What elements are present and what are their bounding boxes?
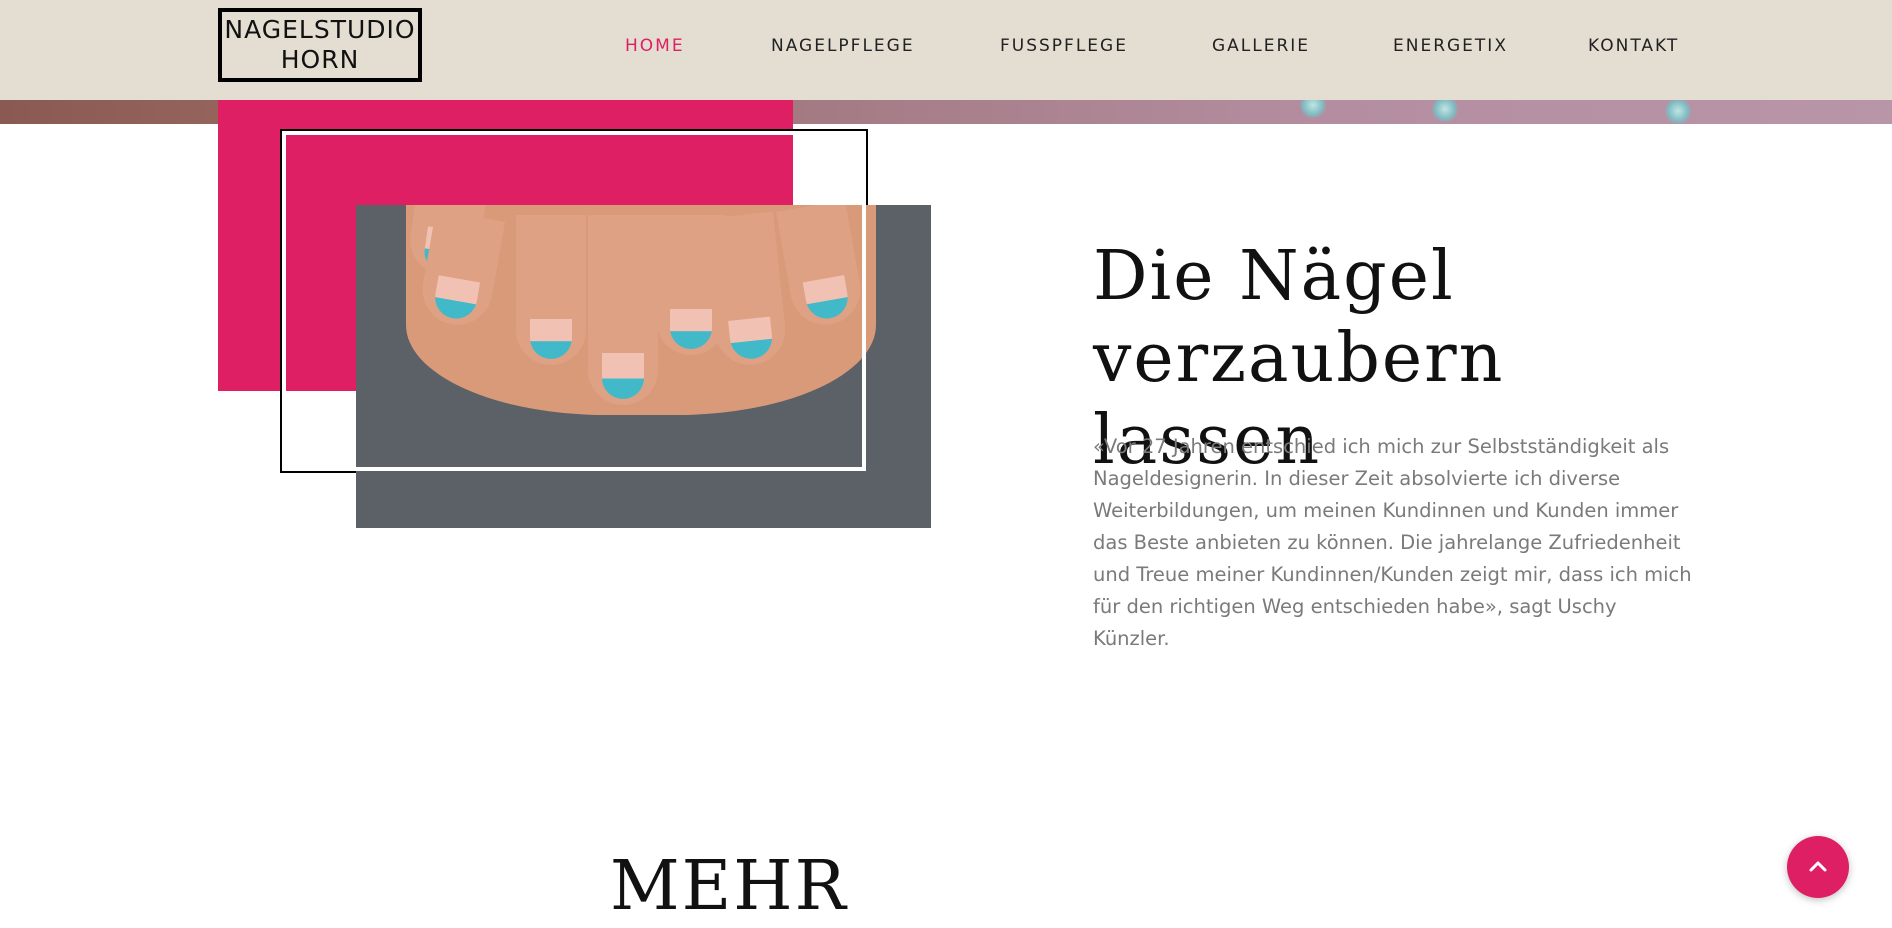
mehr-heading: MEHR — [610, 847, 848, 926]
glitter-decoration — [1665, 98, 1691, 124]
nav-item-energetix[interactable]: ENERGETIX — [1393, 36, 1508, 56]
intro-quote: «Vor 27 Jahren entschied ich mich zur Se… — [1093, 435, 1692, 650]
site-header: NAGELSTUDIO HORN HOME NAGELPFLEGE FUSSPF… — [0, 0, 1892, 100]
nav-item-fusspflege[interactable]: FUSSPFLEGE — [1000, 36, 1128, 56]
white-decorative-frame — [282, 131, 866, 471]
headline-line-1: Die Nägel — [1093, 237, 1455, 316]
chevron-up-icon — [1809, 861, 1827, 872]
logo-line-2: HORN — [280, 45, 360, 74]
nav-item-nagelpflege[interactable]: NAGELPFLEGE — [771, 36, 915, 56]
logo-line-1: NAGELSTUDIO — [224, 15, 416, 44]
nav-item-kontakt[interactable]: KONTAKT — [1588, 36, 1679, 56]
scroll-top-button[interactable] — [1787, 836, 1849, 898]
site-logo[interactable]: NAGELSTUDIO HORN — [218, 8, 422, 82]
nav-item-gallerie[interactable]: GALLERIE — [1212, 36, 1310, 56]
nav-item-home[interactable]: HOME — [625, 36, 685, 56]
